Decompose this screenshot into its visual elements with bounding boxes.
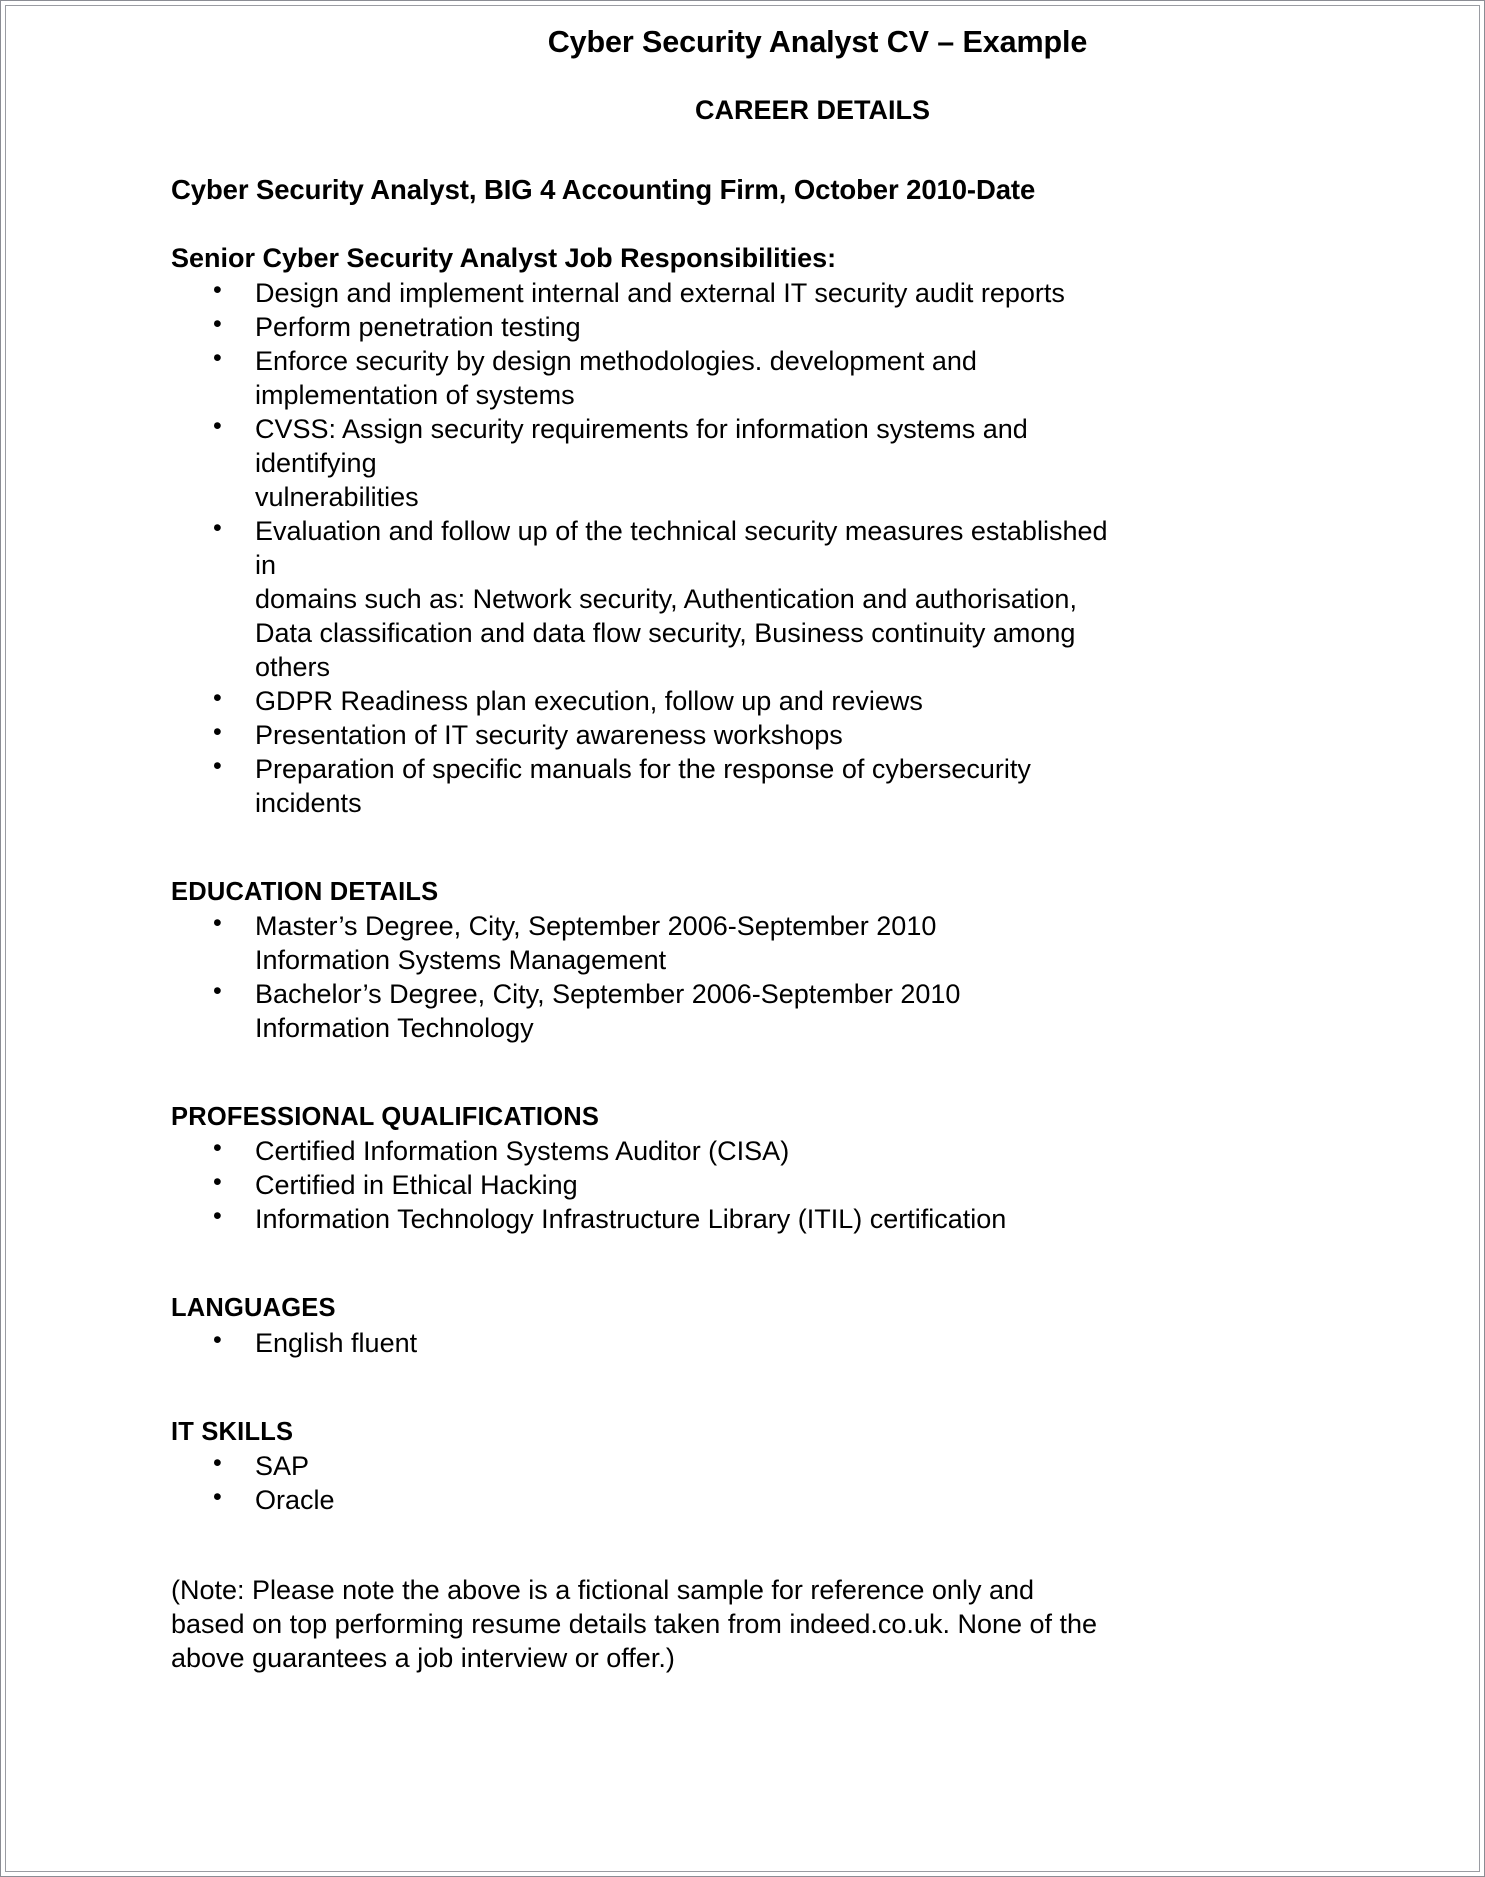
- list-item: Certified Information Systems Auditor (C…: [171, 1133, 1424, 1168]
- list-item: Perform penetration testing: [171, 309, 1424, 344]
- list-item-line: incidents: [255, 787, 362, 818]
- list-item-line: Enforce security by design methodologies…: [255, 345, 977, 376]
- list-item-line: Data classification and data flow securi…: [255, 617, 1076, 648]
- languages-heading: LANGUAGES: [171, 1294, 336, 1323]
- languages-list: English fluent: [171, 1324, 1424, 1360]
- disclaimer-note-line: above guarantees a job interview or offe…: [171, 1642, 675, 1673]
- list-item: Oracle: [171, 1482, 1424, 1517]
- list-item: Preparation of specific manuals for the …: [171, 751, 1424, 820]
- list-item-line: Bachelor’s Degree, City, September 2006-…: [255, 979, 961, 1010]
- list-item-line: Oracle: [255, 1484, 335, 1515]
- career-details-heading: CAREER DETAILS: [694, 95, 930, 126]
- disclaimer-note: (Note: Please note the above is a fictio…: [171, 1573, 1424, 1675]
- list-item-line: SAP: [255, 1450, 310, 1481]
- list-item: SAP: [171, 1448, 1424, 1483]
- list-item-line: Information Technology Infrastructure Li…: [255, 1204, 1007, 1235]
- document-title: Cyber Security Analyst CV – Example: [547, 25, 1088, 59]
- current-job-line: Cyber Security Analyst, BIG 4 Accounting…: [171, 173, 1036, 205]
- list-item: Design and implement internal and extern…: [171, 275, 1424, 310]
- list-item: Master’s Degree, City, September 2006-Se…: [171, 908, 1424, 977]
- professional-qualifications-heading: PROFESSIONAL QUALIFICATIONS: [171, 1103, 600, 1132]
- list-item-line: domains such as: Network security, Authe…: [255, 583, 1077, 614]
- disclaimer-note-line: based on top performing resume details t…: [171, 1608, 1098, 1639]
- list-item-line: Information Systems Management: [255, 945, 667, 976]
- list-item: Enforce security by design methodologies…: [171, 343, 1424, 412]
- list-item: English fluent: [171, 1324, 1424, 1360]
- list-item-line: Certified Information Systems Auditor (C…: [255, 1136, 790, 1167]
- list-item: Information Technology Infrastructure Li…: [171, 1201, 1424, 1236]
- list-item: Presentation of IT security awareness wo…: [171, 717, 1424, 752]
- list-item-line: CVSS: Assign security requirements for i…: [255, 413, 1028, 444]
- list-item-line: implementation of systems: [255, 379, 575, 410]
- responsibilities-list: Design and implement internal and extern…: [171, 275, 1424, 820]
- disclaimer-note-line: (Note: Please note the above is a fictio…: [171, 1574, 1034, 1605]
- responsibilities-heading: Senior Cyber Security Analyst Job Respon…: [171, 242, 837, 273]
- list-item-line: Certified in Ethical Hacking: [255, 1170, 578, 1201]
- list-item-line: Perform penetration testing: [255, 311, 581, 342]
- list-item-line: Presentation of IT security awareness wo…: [255, 719, 843, 750]
- list-item-line: Master’s Degree, City, September 2006-Se…: [255, 911, 937, 942]
- list-item-line: vulnerabilities: [255, 481, 419, 512]
- list-item-line: Preparation of specific manuals for the …: [255, 753, 1031, 784]
- list-item: CVSS: Assign security requirements for i…: [171, 411, 1424, 514]
- education-list: Master’s Degree, City, September 2006-Se…: [171, 908, 1424, 1045]
- list-item: Evaluation and follow up of the technica…: [171, 513, 1424, 684]
- list-item-line: Information Technology: [255, 1013, 534, 1044]
- list-item: Bachelor’s Degree, City, September 2006-…: [171, 976, 1424, 1045]
- list-item-line: others: [255, 651, 331, 682]
- list-item-line: in: [255, 549, 277, 580]
- list-item: GDPR Readiness plan execution, follow up…: [171, 683, 1424, 718]
- education-details-heading: EDUCATION DETAILS: [171, 877, 439, 906]
- list-item-line: English fluent: [255, 1327, 418, 1358]
- list-item-line: GDPR Readiness plan execution, follow up…: [255, 685, 923, 716]
- list-item-line: Design and implement internal and extern…: [255, 277, 1065, 308]
- list-item-line: Evaluation and follow up of the technica…: [255, 515, 1108, 546]
- document-page: Cyber Security Analyst CV – Example CARE…: [0, 0, 1485, 1877]
- qualifications-list: Certified Information Systems Auditor (C…: [171, 1133, 1424, 1236]
- it-skills-list: SAPOracle: [171, 1448, 1424, 1517]
- document-content: Cyber Security Analyst CV – Example CARE…: [171, 23, 1424, 1675]
- list-item-line: identifying: [255, 447, 377, 478]
- list-item: Certified in Ethical Hacking: [171, 1167, 1424, 1202]
- it-skills-heading: IT SKILLS: [171, 1417, 294, 1446]
